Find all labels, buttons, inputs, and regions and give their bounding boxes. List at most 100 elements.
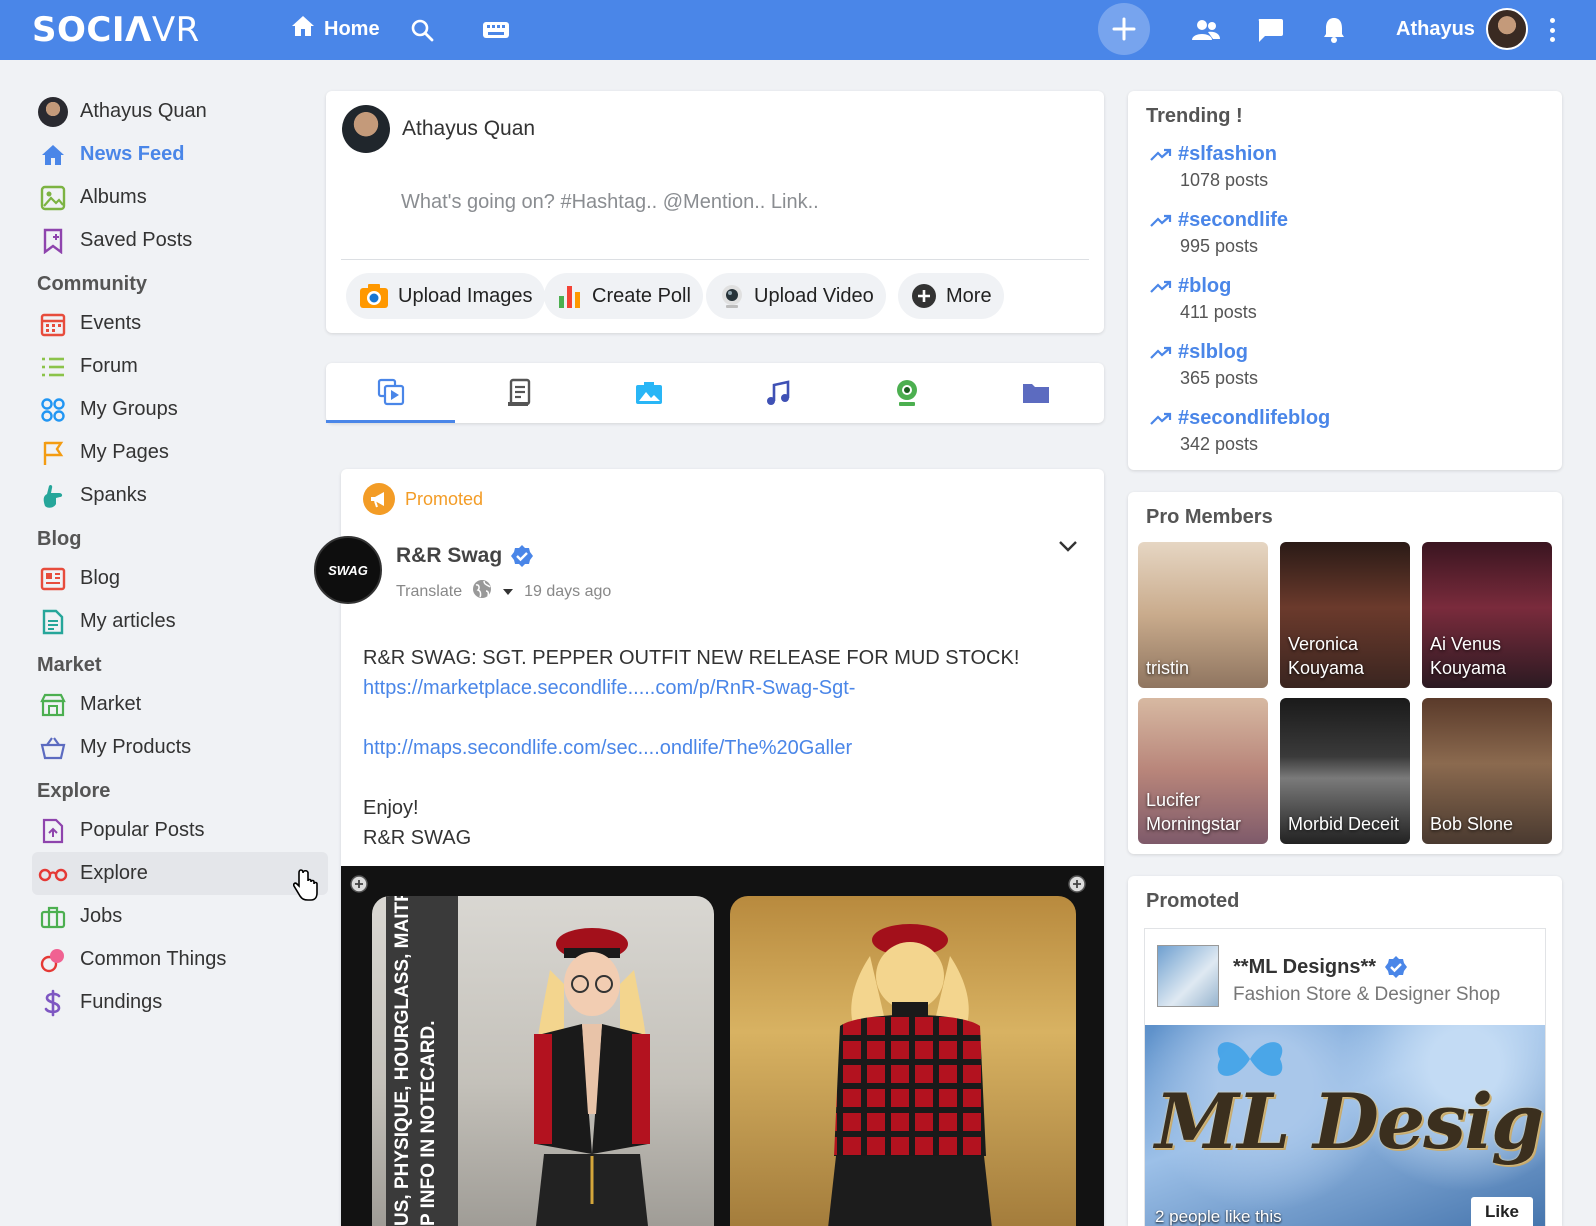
verified-icon [1385,956,1408,978]
megaphone-icon [363,483,395,515]
sidebar-item-blog[interactable]: Blog [32,557,328,600]
glasses-icon [38,859,68,889]
sidebar-item-my-pages[interactable]: My Pages [32,431,328,474]
search-icon[interactable] [406,14,438,46]
store-icon [38,690,68,720]
avatar[interactable] [342,105,390,153]
sidebar-item-my-products[interactable]: My Products [32,726,328,769]
promoted-panel: Promoted **ML Designs** Fashion Store & … [1128,876,1562,1226]
shop-name[interactable]: **ML Designs** [1233,955,1408,979]
trending-item[interactable]: #secondlife 995 posts [1150,209,1288,257]
pro-member-tile[interactable]: tristin [1138,542,1268,688]
sidebar-profile[interactable]: Athayus Quan [32,90,328,133]
pro-member-tile[interactable]: Veronica Kouyama [1280,542,1410,688]
trending-item[interactable]: #slfashion 1078 posts [1150,143,1277,191]
poll-icon [559,286,580,308]
avatar[interactable] [1486,8,1528,50]
promoted-shop-card[interactable]: **ML Designs** Fashion Store & Designer … [1144,928,1546,1226]
post-author-avatar[interactable]: SWAG [314,536,382,604]
keyboard-icon[interactable] [480,14,512,46]
poster-text: US, PHYSIQUE, HOURGLASS, MAITREYA P INFO… [392,896,439,1226]
composer-input[interactable]: What's going on? #Hashtag.. @Mention.. L… [401,191,819,214]
post-meta: Translate 19 days ago [396,579,611,604]
sidebar-item-my-articles[interactable]: My articles [32,600,328,643]
promoted-title: Promoted [1146,890,1240,912]
sidebar-item-fundings[interactable]: Fundings [32,981,328,1024]
trending-item[interactable]: #blog 411 posts [1150,275,1257,323]
tab-all-posts[interactable] [326,363,455,423]
sidebar-item-popular-posts[interactable]: Popular Posts [32,809,328,852]
common-icon [38,945,68,975]
trend-up-icon [1150,214,1172,227]
tab-videos[interactable] [842,363,971,423]
post-composer: Athayus Quan What's going on? #Hashtag..… [326,91,1104,333]
home-icon [290,14,316,44]
sidebar-item-common-things[interactable]: Common Things [32,938,328,981]
translate-link[interactable]: Translate [396,583,462,601]
post-author-name[interactable]: R&R Swag [396,544,534,568]
shop-banner[interactable]: ML Designs 2 people like this Like [1145,1025,1545,1226]
plus-circle-icon [912,284,936,308]
create-plus-button[interactable] [1098,3,1150,55]
sidebar-item-news-feed[interactable]: News Feed [32,133,328,176]
pro-member-tile[interactable]: Ai Venus Kouyama [1422,542,1552,688]
messages-icon[interactable] [1254,14,1286,46]
sidebar-item-market[interactable]: Market [32,683,328,726]
post-link-marketplace[interactable]: https://marketplace.secondlife.....com/p… [363,673,1019,703]
tab-files[interactable] [971,363,1100,423]
shop-logo[interactable] [1157,945,1219,1007]
create-poll-button[interactable]: Create Poll [544,273,703,319]
post-signature: R&R SWAG [363,827,472,849]
post-headline: R&R SWAG: SGT. PEPPER OUTFIT NEW RELEASE… [363,647,1020,669]
banner-logo-text: ML Designs [1155,1077,1545,1166]
shop-subtitle: Fashion Store & Designer Shop [1233,984,1501,1005]
promoted-badge: Promoted [363,483,483,515]
feed-filter-tabs [326,363,1104,423]
sidebar-item-jobs[interactable]: Jobs [32,895,328,938]
trending-title: Trending ! [1146,105,1243,127]
post-image[interactable]: US, PHYSIQUE, HOURGLASS, MAITREYA P INFO… [341,866,1104,1226]
trending-item[interactable]: #slblog 365 posts [1150,341,1258,389]
sidebar-item-spanks[interactable]: Spanks [32,474,328,517]
sidebar-item-albums[interactable]: Albums [32,176,328,219]
outfit-front-photo: US, PHYSIQUE, HOURGLASS, MAITREYA P INFO… [372,896,714,1226]
tab-text-posts[interactable] [455,363,584,423]
sidebar-item-my-groups[interactable]: My Groups [32,388,328,431]
upload-video-button[interactable]: Upload Video [706,273,886,319]
more-menu-icon[interactable] [1542,16,1562,44]
camera-icon [360,284,388,308]
folder-icon [1022,384,1049,403]
topbar-user-name[interactable]: Athayus [1396,18,1475,41]
sidebar-section-explore: Explore [37,780,111,802]
post-options-chevron-icon[interactable] [1058,539,1078,557]
pro-member-tile[interactable]: Bob Slone [1422,698,1552,844]
sidebar-item-explore[interactable]: Explore [32,852,328,895]
more-button[interactable]: More [898,273,1004,319]
all-posts-icon [377,378,404,405]
friends-icon[interactable] [1190,14,1222,46]
tab-music[interactable] [713,363,842,423]
trending-item[interactable]: #secondlifeblog 342 posts [1150,407,1330,455]
popular-icon [38,816,68,846]
logo[interactable]: SOCIΛVR [32,10,200,50]
sidebar-item-forum[interactable]: Forum [32,345,328,388]
divider [341,259,1089,260]
pro-member-tile[interactable]: Morbid Deceit [1280,698,1410,844]
upload-images-button[interactable]: Upload Images [346,273,545,319]
list-icon [38,352,68,382]
post-link-maps[interactable]: http://maps.secondlife.com/sec....ondlif… [363,733,1019,763]
profile-avatar-icon [38,96,68,127]
bell-icon[interactable] [1318,14,1350,46]
post-timestamp[interactable]: 19 days ago [524,583,611,601]
pro-member-tile[interactable]: Lucifer Morningstar [1138,698,1268,844]
tab-photos[interactable] [584,363,713,423]
sidebar-item-saved-posts[interactable]: Saved Posts [32,219,328,262]
globe-icon[interactable] [472,579,492,604]
hand-cursor-icon [293,869,318,901]
home-nav-link[interactable]: Home [290,14,380,44]
sidebar-section-community: Community [37,273,147,295]
model-front-figure [534,928,650,1226]
sidebar-item-events[interactable]: Events [32,302,328,345]
like-button[interactable]: Like [1471,1197,1533,1226]
caret-down-icon[interactable] [502,583,514,601]
